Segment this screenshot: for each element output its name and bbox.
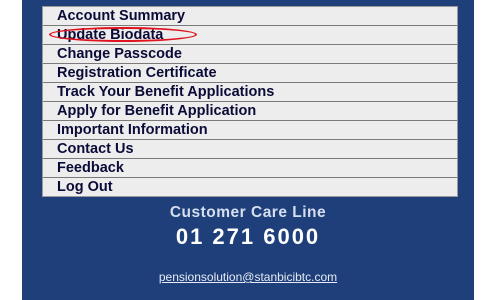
menu-item-label: Log Out xyxy=(57,179,113,195)
menu-item-label: Update Biodata xyxy=(57,27,164,43)
menu-item-label: Track Your Benefit Applications xyxy=(57,84,275,100)
menu-item-feedback[interactable]: Feedback xyxy=(43,159,457,178)
customer-care-title: Customer Care Line xyxy=(169,204,327,221)
menu-item-label: Registration Certificate xyxy=(57,65,217,81)
menu-item-registration-certificate[interactable]: Registration Certificate xyxy=(43,64,457,83)
menu-item-label: Important Information xyxy=(57,122,208,138)
menu-item-track-benefit-applications[interactable]: Track Your Benefit Applications xyxy=(43,83,457,102)
menu-item-change-passcode[interactable]: Change Passcode xyxy=(43,45,457,64)
customer-care-phone: 01 271 6000 xyxy=(175,224,321,249)
menu-item-label: Apply for Benefit Application xyxy=(57,103,257,119)
contact-email-link[interactable]: pensionsolution@stanbicibtc.com xyxy=(22,270,474,284)
menu-item-log-out[interactable]: Log Out xyxy=(43,178,457,196)
menu-item-important-information[interactable]: Important Information xyxy=(43,121,457,140)
menu-item-apply-benefit-application[interactable]: Apply for Benefit Application xyxy=(43,102,457,121)
navigation-menu: Account Summary Update Biodata Change Pa… xyxy=(42,6,458,197)
menu-item-label: Feedback xyxy=(57,160,124,176)
menu-item-update-biodata[interactable]: Update Biodata xyxy=(43,26,457,45)
menu-item-contact-us[interactable]: Contact Us xyxy=(43,140,457,159)
menu-item-label: Contact Us xyxy=(57,141,134,157)
menu-item-account-summary[interactable]: Account Summary xyxy=(43,7,457,26)
sidebar-panel: Account Summary Update Biodata Change Pa… xyxy=(22,0,474,300)
menu-item-label: Account Summary xyxy=(57,8,186,24)
menu-item-label: Change Passcode xyxy=(57,46,182,62)
